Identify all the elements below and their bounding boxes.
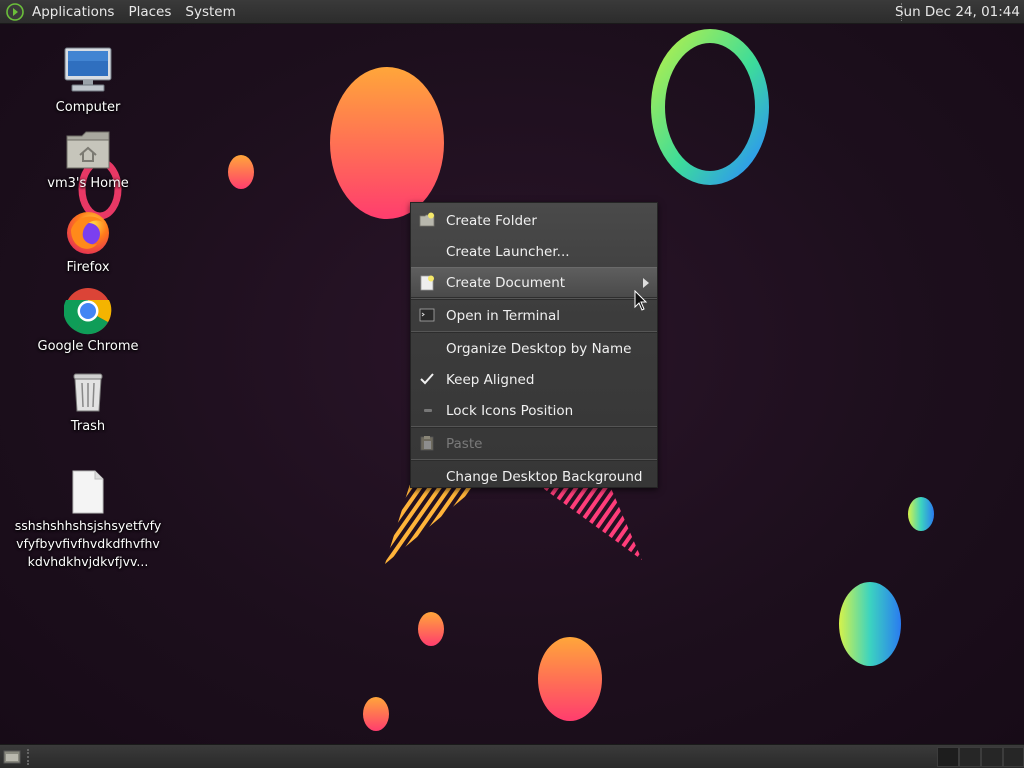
paste-icon (420, 436, 434, 451)
panel-handle[interactable] (27, 749, 33, 765)
desktop-icon-trash[interactable]: Trash (13, 369, 163, 435)
firefox-icon (67, 212, 109, 254)
terminal-icon (419, 308, 435, 322)
menu-logo-icon[interactable] (6, 2, 24, 21)
desktop-icon-chrome[interactable]: Google Chrome (13, 287, 163, 355)
menu-item-change-background[interactable]: Change Desktop Background (411, 461, 657, 492)
text-file-icon (72, 470, 104, 514)
desktop-icon-text-file[interactable]: sshshshhshsjshsyetfvfyvfyfbyvfivfhvdkdfh… (13, 470, 163, 571)
workspace-4[interactable] (1003, 747, 1024, 767)
workspace-1[interactable] (937, 747, 959, 767)
desktop-icon-computer[interactable]: Computer (13, 46, 163, 116)
places-menu[interactable]: Places (128, 4, 171, 20)
new-document-icon (420, 275, 434, 291)
lock-toggle-icon (424, 409, 432, 412)
clock[interactable]: Sun Dec 24, 01:44 (889, 0, 1024, 24)
desktop-icon-label: vm3's Home (47, 176, 129, 191)
desktop-icon-firefox[interactable]: Firefox (13, 210, 163, 276)
menu-item-create-launcher[interactable]: Create Launcher... (411, 236, 657, 267)
menu-item-organize-desktop[interactable]: Organize Desktop by Name (411, 333, 657, 364)
bottom-panel (0, 744, 1024, 768)
computer-icon (64, 47, 112, 92)
workspace-3[interactable] (981, 747, 1003, 767)
trash-icon (73, 373, 103, 412)
menu-item-paste[interactable]: Paste (411, 428, 657, 459)
mouse-pointer-icon (634, 290, 648, 311)
applications-menu[interactable]: Applications (32, 4, 114, 20)
desktop-icon-label: Computer (55, 100, 121, 115)
workspace-2[interactable] (959, 747, 981, 767)
new-folder-icon (419, 212, 435, 227)
home-folder-icon (66, 131, 110, 169)
system-menu[interactable]: System (185, 4, 235, 20)
menu-item-create-folder[interactable]: Create Folder (411, 205, 657, 236)
chrome-icon (64, 288, 112, 335)
desktop[interactable]: Computer vm3's Home Firefox Google Chrom… (0, 24, 1024, 744)
checkmark-icon (420, 373, 434, 385)
menu-item-open-terminal[interactable]: Open in Terminal (411, 300, 657, 331)
desktop-context-menu: Create Folder Create Launcher... Create … (410, 202, 658, 488)
desktop-icon-home[interactable]: vm3's Home (13, 128, 163, 192)
desktop-icon-label: Firefox (66, 260, 110, 275)
show-desktop-icon[interactable] (2, 748, 22, 766)
menu-item-keep-aligned[interactable]: Keep Aligned (411, 364, 657, 395)
top-panel: Applications Places System Sun Dec 24, 0… (0, 0, 1024, 24)
desktop-icon-label: Google Chrome (37, 339, 139, 354)
submenu-arrow-icon (643, 278, 649, 288)
menu-item-create-document[interactable]: Create Document (411, 267, 657, 298)
desktop-icon-label: Trash (70, 419, 106, 434)
desktop-icon-label: sshshshhshsjshsyetfvfyvfyfbyvfivfhvdkdfh… (14, 518, 162, 569)
menu-item-lock-icons[interactable]: Lock Icons Position (411, 395, 657, 426)
